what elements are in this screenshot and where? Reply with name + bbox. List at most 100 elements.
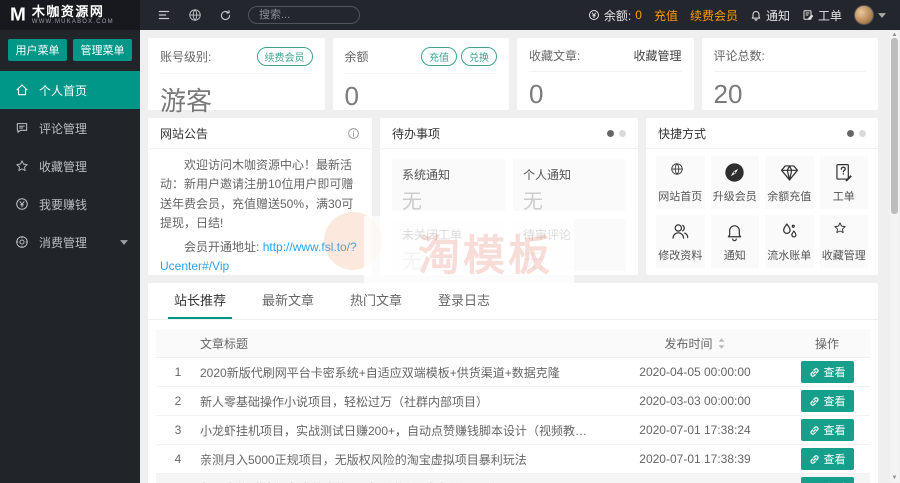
globe-icon	[670, 162, 691, 183]
tab[interactable]: 登录日志	[420, 283, 508, 319]
carousel-dot[interactable]	[619, 129, 626, 137]
stat-value: 游客	[160, 86, 213, 116]
todo-title: 待办事项	[392, 126, 441, 141]
stat-badge[interactable]: 充值	[421, 47, 457, 66]
recharge-link[interactable]: 充值	[654, 7, 678, 24]
quick-action-bell[interactable]: 通知	[710, 215, 759, 268]
publish-time: 2020-04-05 00:00:00	[639, 365, 751, 379]
todo-item[interactable]: 个人通知 无	[513, 159, 626, 213]
sidebar-item[interactable]: 评论管理	[0, 109, 140, 147]
renew-vip-link[interactable]: 续费会员	[690, 7, 738, 24]
compass-icon	[724, 162, 745, 183]
notifications-button[interactable]: 通知	[750, 7, 790, 24]
scrollbar-thumb[interactable]	[891, 38, 898, 214]
announcement-title: 网站公告	[160, 126, 209, 141]
balance-label: 余额:	[603, 8, 632, 23]
stat-badge[interactable]: 续费会员	[256, 47, 313, 66]
stat-value: 20	[713, 79, 743, 109]
quick-action-label: 通知	[723, 249, 746, 262]
refresh-icon[interactable]	[219, 9, 232, 22]
view-button[interactable]: 查看	[800, 361, 854, 383]
tab[interactable]: 最新文章	[244, 283, 332, 319]
quick-action-label: 升级会员	[712, 190, 757, 203]
stat-label: 评论总数:	[713, 49, 765, 63]
ticket-button[interactable]: 工单	[802, 7, 842, 24]
table-row[interactable]: 3 小龙虾挂机项目，实战测试日赚200+，自动点赞赚钱脚本设计（视频教程） 20…	[156, 416, 870, 445]
stat-badge[interactable]: 兑换	[461, 47, 497, 66]
view-button[interactable]: 查看	[800, 419, 854, 441]
quick-action-compass[interactable]: 升级会员	[710, 156, 759, 209]
table-row[interactable]: 5 剑眉大侠:猫客闲鱼实战班第1期,操作简单0成本单号日赚400+ 2020-0…	[156, 474, 870, 483]
quick-action-star[interactable]: 收藏管理	[819, 215, 868, 268]
link-icon	[809, 425, 820, 436]
chevron-down-icon	[878, 12, 886, 18]
todo-item[interactable]: 待审评论 无	[513, 219, 626, 273]
table-row[interactable]: 1 2020新版代刷网平台卡密系统+自适应双端模板+供货渠道+数据克隆 2020…	[156, 358, 870, 387]
announcement-body[interactable]: 欢迎访问木咖资源中心！最新活动：新用户邀请注册10位用户即可赠送年费会员，充值赠…	[148, 149, 372, 274]
sort-icon[interactable]	[717, 337, 726, 350]
balance-display[interactable]: 余额: 0	[588, 7, 642, 24]
stat-card: 余额 充值 兑换 0	[332, 38, 509, 111]
comment-icon	[15, 121, 29, 135]
quick-title: 快捷方式	[658, 126, 707, 141]
quick-action-users[interactable]: 修改资料	[656, 215, 705, 268]
todo-item-label: 未关闭工单	[402, 228, 463, 242]
quick-action-ticket[interactable]: 工单	[819, 156, 868, 209]
stat-label: 收藏文章:	[529, 49, 581, 63]
todo-item-value: 无	[402, 251, 422, 273]
table-header-row: 文章标题 发布时间 操作	[156, 329, 870, 358]
stat-value: 0	[529, 79, 544, 109]
app-logo[interactable]: M 木咖资源网 WWW.MUKABOX.COM	[0, 0, 140, 30]
globe-icon[interactable]	[188, 8, 202, 22]
diamond-icon	[779, 162, 800, 183]
tab[interactable]: 热门文章	[332, 283, 420, 319]
search-input[interactable]	[248, 6, 360, 24]
row-number: 2	[174, 394, 182, 408]
quick-access-panel: 快捷方式 网站首页 升级会员 余额充值 工单 修改资料 通知 流水账单 收藏管理	[646, 118, 878, 275]
todo-item[interactable]: 系统通知 无	[392, 159, 505, 213]
stat-link[interactable]: 收藏管理	[633, 47, 681, 64]
star-icon	[15, 159, 29, 173]
avatar[interactable]	[854, 5, 874, 25]
sidebar-item[interactable]: 消费管理	[0, 223, 140, 261]
sidebar-menu-button-user[interactable]: 用户菜单	[8, 39, 67, 61]
view-button[interactable]: 查看	[800, 390, 854, 412]
view-button[interactable]: 查看	[800, 477, 854, 483]
coin-icon	[15, 197, 29, 211]
sidebar-item-label: 消费管理	[39, 235, 88, 250]
logo-title: 木咖资源网	[31, 3, 105, 19]
tab[interactable]: 站长推荐	[156, 283, 244, 319]
sidebar-item[interactable]: 我要赚钱	[0, 185, 140, 223]
quick-action-label: 工单	[832, 190, 855, 203]
quick-action-diamond[interactable]: 余额充值	[765, 156, 814, 209]
carousel-dot-active[interactable]	[847, 129, 854, 137]
articles-table: 文章标题 发布时间 操作 1 2020新版代刷网平台卡密系统+自适应双端模板+供…	[148, 320, 878, 483]
stat-label: 余额	[344, 50, 369, 64]
quick-action-globe[interactable]: 网站首页	[656, 156, 705, 209]
sidebar-menu-button-admin[interactable]: 管理菜单	[73, 39, 132, 61]
scroll-down-icon[interactable]: ▼	[890, 475, 899, 481]
page-scrollbar[interactable]: ▲ ▼	[890, 31, 899, 482]
stat-label: 账号级别:	[160, 50, 212, 64]
user-menu[interactable]	[854, 5, 886, 25]
sidebar-item[interactable]: 个人首页	[0, 71, 140, 109]
carousel-dot[interactable]	[859, 129, 866, 137]
star-icon	[833, 221, 854, 242]
table-row[interactable]: 4 亲测月入5000正规项目，无版权风险的淘宝虚拟项目暴利玩法 2020-07-…	[156, 445, 870, 474]
notice-label: 通知	[765, 8, 790, 23]
sidebar-item-label: 个人首页	[39, 83, 88, 98]
row-number: 3	[174, 423, 182, 437]
carousel-dot-active[interactable]	[607, 129, 614, 137]
todo-item-value: 无	[523, 251, 543, 273]
todo-item[interactable]: 未关闭工单 无	[392, 219, 505, 273]
menu-toggle-icon[interactable]	[157, 8, 171, 22]
quick-action-drops[interactable]: 流水账单	[765, 215, 814, 268]
ticket-icon	[802, 9, 814, 21]
row-number: 1	[174, 365, 182, 379]
sidebar-item[interactable]: 收藏管理	[0, 147, 140, 185]
quick-action-label: 流水账单	[767, 249, 812, 262]
view-button[interactable]: 查看	[800, 448, 854, 470]
info-icon[interactable]	[347, 127, 360, 140]
table-row[interactable]: 2 新人零基础操作小说项目，轻松过万（社群内部项目） 2020-03-03 00…	[156, 387, 870, 416]
chevron-down-icon	[120, 239, 128, 245]
